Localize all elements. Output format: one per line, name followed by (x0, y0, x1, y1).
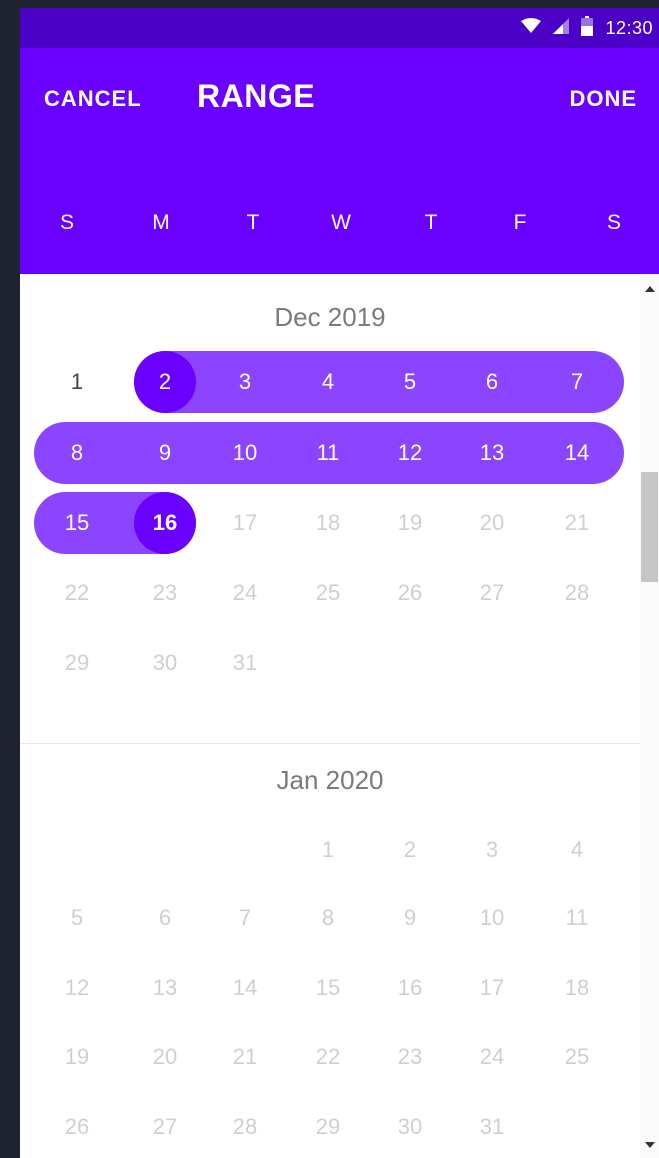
weekday-tuesday: T (246, 211, 260, 234)
day-cell[interactable]: 29 (298, 1107, 358, 1147)
phone-screen: 12:30 CANCEL RANGE DONE S M T W T F S De… (20, 8, 659, 1158)
scrollbar-thumb[interactable] (641, 472, 658, 582)
day-cell[interactable]: 12 (47, 968, 107, 1008)
calendar-scroll-area[interactable]: Dec 2019 1 2 3 4 5 6 7 8 9 10 11 12 13 1… (20, 274, 640, 1158)
day-cell[interactable]: 10 (215, 433, 275, 473)
day-cell[interactable]: 4 (547, 830, 607, 870)
day-cell[interactable]: 28 (215, 1107, 275, 1147)
day-cell[interactable]: 6 (135, 898, 195, 938)
day-cell[interactable]: 9 (380, 898, 440, 938)
day-cell[interactable]: 13 (462, 433, 522, 473)
day-cell[interactable]: 31 (215, 643, 275, 683)
day-cell[interactable]: 1 (298, 830, 358, 870)
day-cell[interactable]: 18 (547, 968, 607, 1008)
day-cell[interactable]: 4 (298, 362, 358, 402)
month-title: Dec 2019 (274, 302, 386, 332)
day-cell[interactable]: 16 (380, 968, 440, 1008)
month-title: Jan 2020 (276, 765, 384, 795)
cancel-button[interactable]: CANCEL (44, 86, 142, 112)
day-cell[interactable]: 15 (298, 968, 358, 1008)
day-cell[interactable]: 8 (298, 898, 358, 938)
status-time: 12:30 (605, 17, 653, 38)
day-cell[interactable]: 21 (215, 1037, 275, 1077)
battery-icon (581, 15, 594, 41)
day-cell[interactable]: 18 (298, 503, 358, 543)
day-cell[interactable]: 31 (462, 1107, 522, 1147)
day-cell[interactable]: 6 (462, 362, 522, 402)
day-cell[interactable]: 5 (380, 362, 440, 402)
day-cell[interactable]: 11 (298, 433, 358, 473)
scroll-down-icon[interactable] (645, 1142, 655, 1148)
day-cell[interactable]: 30 (135, 643, 195, 683)
day-cell[interactable]: 20 (135, 1037, 195, 1077)
done-button[interactable]: DONE (569, 86, 637, 112)
day-cell[interactable]: 23 (135, 573, 195, 613)
day-cell[interactable]: 3 (462, 830, 522, 870)
day-cell[interactable]: 10 (462, 898, 522, 938)
day-cell[interactable]: 2 (380, 830, 440, 870)
day-cell[interactable]: 22 (298, 1037, 358, 1077)
wifi-icon (521, 17, 542, 39)
day-cell[interactable]: 12 (380, 433, 440, 473)
day-cell[interactable]: 9 (135, 433, 195, 473)
day-cell[interactable]: 20 (462, 503, 522, 543)
day-cell[interactable]: 15 (47, 503, 107, 543)
app-bar: CANCEL RANGE DONE S M T W T F S (20, 48, 659, 274)
weekday-thursday: T (424, 211, 438, 234)
day-cell[interactable]: 7 (215, 898, 275, 938)
day-cell[interactable]: 1 (47, 362, 107, 402)
day-cell[interactable]: 21 (547, 503, 607, 543)
day-cell[interactable]: 3 (215, 362, 275, 402)
page-title: RANGE (197, 78, 316, 114)
day-cell-range-start[interactable]: 2 (135, 362, 195, 402)
day-cell[interactable]: 25 (298, 573, 358, 613)
weekday-friday: F (513, 211, 527, 234)
day-cell[interactable]: 19 (380, 503, 440, 543)
weekday-saturday: S (606, 211, 621, 234)
vertical-scrollbar[interactable] (640, 274, 659, 1158)
day-cell[interactable]: 29 (47, 643, 107, 683)
day-cell[interactable]: 23 (380, 1037, 440, 1077)
day-cell[interactable]: 27 (135, 1107, 195, 1147)
day-cell[interactable]: 8 (47, 433, 107, 473)
day-cell[interactable]: 17 (462, 968, 522, 1008)
weekday-monday: M (152, 211, 170, 234)
scroll-up-icon[interactable] (645, 286, 655, 292)
day-cell[interactable]: 24 (215, 573, 275, 613)
day-cell[interactable]: 5 (47, 898, 107, 938)
day-cell[interactable]: 24 (462, 1037, 522, 1077)
weekday-header: S M T W T F S (20, 211, 659, 251)
day-cell[interactable]: 14 (547, 433, 607, 473)
day-cell[interactable]: 22 (47, 573, 107, 613)
day-cell[interactable]: 13 (135, 968, 195, 1008)
day-cell-range-end[interactable]: 16 (135, 503, 195, 543)
day-cell[interactable]: 28 (547, 573, 607, 613)
weekday-wednesday: W (331, 211, 351, 234)
weekday-sunday: S (59, 211, 74, 234)
day-cell[interactable]: 26 (380, 573, 440, 613)
day-cell[interactable]: 11 (547, 898, 607, 938)
day-cell[interactable]: 25 (547, 1037, 607, 1077)
day-cell[interactable]: 7 (547, 362, 607, 402)
status-bar: 12:30 (20, 8, 659, 48)
day-cell[interactable]: 19 (47, 1037, 107, 1077)
day-cell[interactable]: 14 (215, 968, 275, 1008)
day-cell[interactable]: 27 (462, 573, 522, 613)
day-cell[interactable]: 17 (215, 503, 275, 543)
month-divider (20, 743, 640, 744)
signal-icon (553, 17, 570, 39)
day-cell[interactable]: 30 (380, 1107, 440, 1147)
day-cell[interactable]: 26 (47, 1107, 107, 1147)
